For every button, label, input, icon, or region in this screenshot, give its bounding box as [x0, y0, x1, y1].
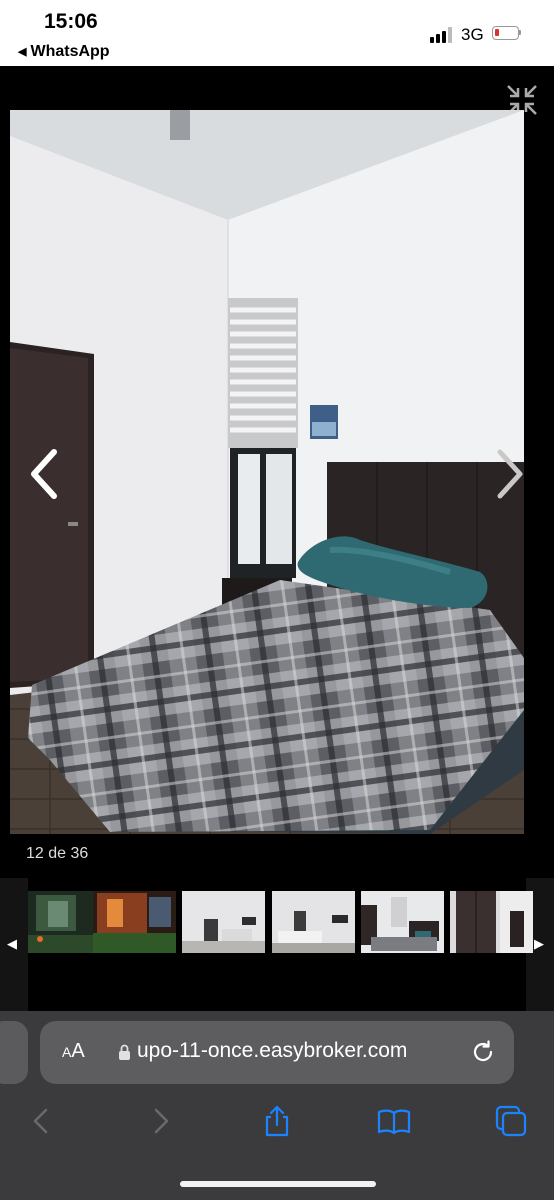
url-text: upo-11-once.easybroker.com: [137, 1039, 408, 1062]
photo-counter: 12 de 36: [26, 845, 89, 862]
share-icon[interactable]: [260, 1104, 294, 1138]
photo-viewer: 12 de 36 ◀ ▶: [0, 66, 554, 1011]
thumbnail-bedroom[interactable]: [361, 891, 444, 953]
next-photo-button[interactable]: [490, 446, 530, 502]
back-app-label: WhatsApp: [30, 43, 110, 60]
thumbnails-right-arrow-icon[interactable]: ▶: [534, 936, 544, 952]
thumbnail-exterior-night-2[interactable]: [93, 891, 176, 953]
thumbnail-carousel: ◀ ▶: [0, 878, 554, 1011]
bedroom-photo: [10, 110, 524, 834]
network-type: 3G: [461, 25, 484, 44]
signal-icon: [430, 27, 454, 43]
previous-photo-button[interactable]: [24, 446, 64, 502]
bookmarks-icon[interactable]: [377, 1104, 411, 1138]
forward-icon[interactable]: [144, 1104, 178, 1138]
clock: 15:06: [44, 10, 98, 33]
thumbnail-living-room-2[interactable]: [272, 891, 355, 953]
text-size-button[interactable]: AA: [62, 1040, 85, 1063]
back-triangle-icon: ◀: [18, 46, 27, 58]
home-indicator: [180, 1181, 376, 1187]
browser-bottom-bar: AA upo-11-once.easybroker.com: [0, 1011, 554, 1200]
back-icon[interactable]: [24, 1104, 58, 1138]
thumbnail-wardrobe[interactable]: [450, 891, 533, 953]
lock-icon: [119, 1044, 130, 1060]
address-bar[interactable]: AA upo-11-once.easybroker.com: [40, 1021, 514, 1084]
thumbnails-left-arrow-icon[interactable]: ◀: [7, 936, 17, 952]
back-to-app-link[interactable]: ◀ WhatsApp: [18, 43, 110, 61]
tabs-icon[interactable]: [494, 1104, 528, 1138]
previous-tab-peek[interactable]: [0, 1021, 28, 1084]
thumbnail-strip: [28, 878, 533, 1011]
status-bar: 15:06 ◀ WhatsApp 3G: [0, 0, 554, 66]
battery-low-icon: [492, 26, 521, 40]
reload-icon[interactable]: [470, 1039, 496, 1065]
thumbnail-living-room[interactable]: [182, 891, 265, 953]
